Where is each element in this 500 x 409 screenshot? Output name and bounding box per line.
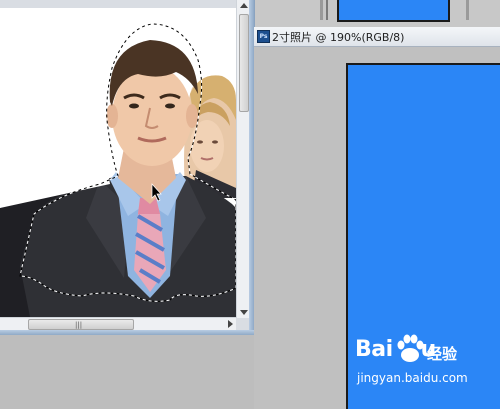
window-frame — [0, 330, 254, 335]
left-document-window[interactable]: ||| — [0, 0, 255, 335]
watermark-chinese-text: 经验 — [427, 345, 458, 363]
scroll-up-arrow-icon[interactable] — [240, 3, 248, 8]
background-window-edge — [320, 0, 323, 20]
document-title: 2寸照片 @ 190%(RGB/8) — [272, 31, 405, 44]
scroll-down-arrow-icon[interactable] — [240, 310, 248, 315]
baidu-jingyan-watermark: Bai u 经验 jingyan.baidu.com — [355, 333, 480, 393]
background-document-strip — [254, 0, 500, 27]
workspace-background — [0, 335, 254, 409]
horizontal-scroll-thumb[interactable]: ||| — [28, 319, 134, 330]
background-window-edge — [326, 0, 328, 20]
portrait-photo — [0, 8, 236, 317]
document-title-bar[interactable]: Ps 2寸照片 @ 190%(RGB/8) — [254, 27, 500, 47]
background-blue-canvas — [337, 0, 450, 22]
vertical-scroll-thumb[interactable] — [239, 14, 249, 112]
horizontal-scrollbar[interactable]: ||| — [0, 317, 236, 330]
watermark-url: jingyan.baidu.com — [357, 371, 468, 385]
baidu-paw-icon — [397, 334, 424, 362]
scroll-right-arrow-icon[interactable] — [228, 320, 233, 328]
photo-canvas[interactable] — [0, 8, 236, 317]
background-window-edge — [466, 0, 469, 20]
photoshop-icon: Ps — [257, 30, 270, 43]
scroll-grip-icon: ||| — [75, 321, 83, 329]
vertical-scrollbar[interactable] — [236, 0, 250, 318]
